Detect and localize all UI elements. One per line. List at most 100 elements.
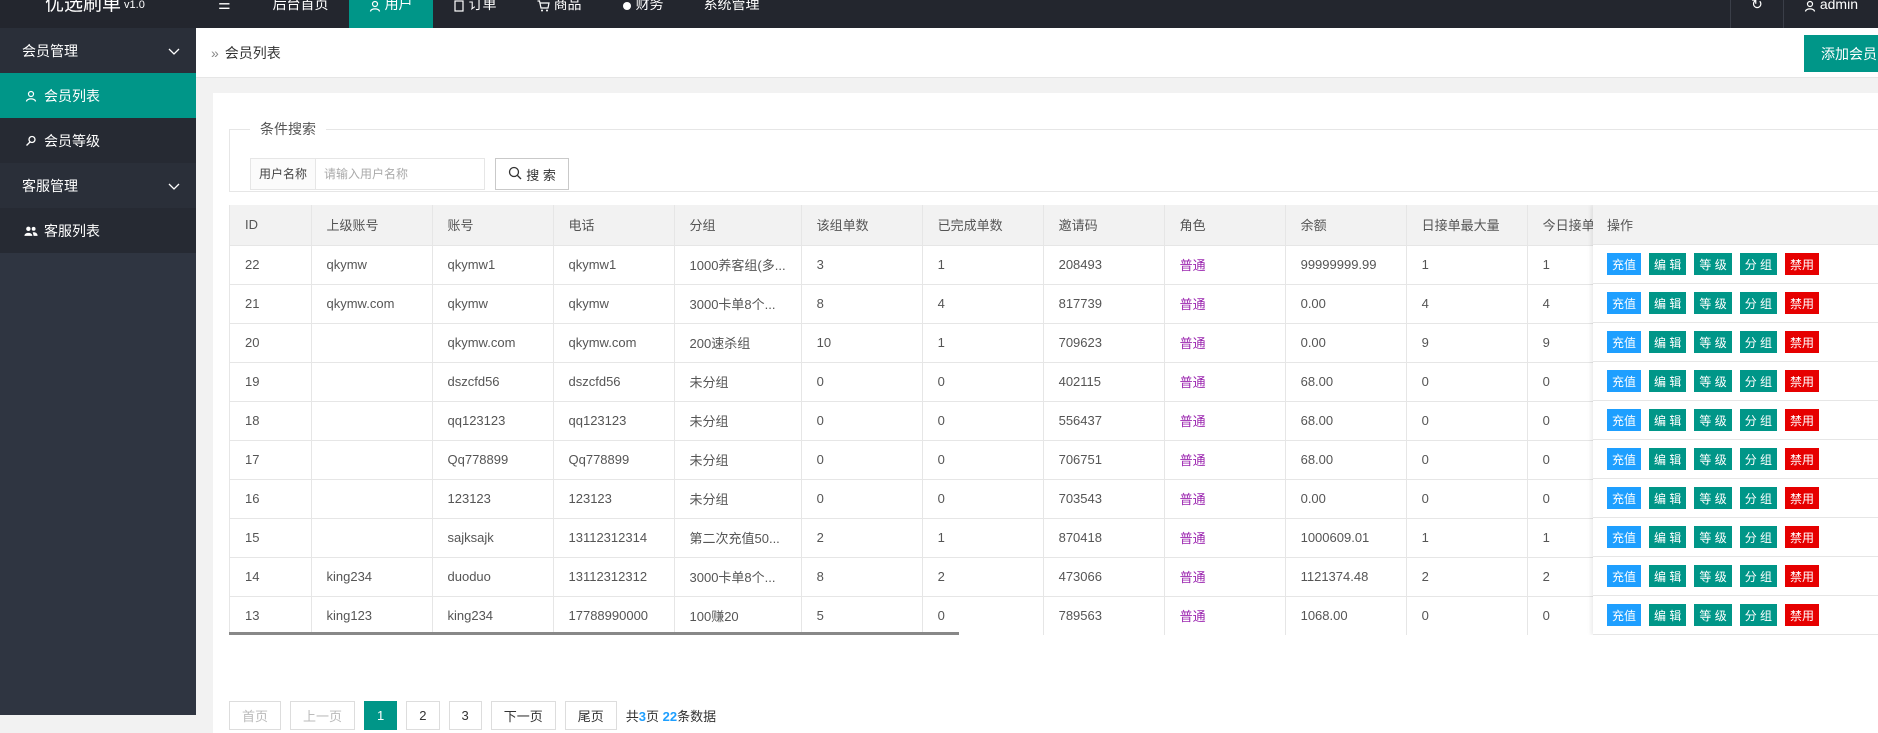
menu-icon: ☰ [218, 0, 231, 12]
disable-button[interactable]: 禁用 [1785, 526, 1820, 548]
recharge-button[interactable]: 充值 [1607, 526, 1642, 548]
chevron-down-icon [168, 43, 180, 59]
group-button[interactable]: 分 组 [1739, 565, 1778, 587]
group-button[interactable]: 分 组 [1739, 604, 1778, 626]
cell-completed-orders: 0 [922, 362, 1044, 402]
prev-page-button[interactable]: 上一页 [290, 701, 356, 730]
recharge-button[interactable]: 充值 [1607, 331, 1642, 353]
disable-button[interactable]: 禁用 [1785, 565, 1820, 587]
disable-button[interactable]: 禁用 [1785, 370, 1820, 392]
col-account: 账号 [432, 205, 554, 246]
cell-id: 22 [230, 245, 312, 285]
menu-toggle-button[interactable]: ☰ [196, 0, 253, 28]
level-button[interactable]: 等 级 [1694, 526, 1732, 548]
recharge-button[interactable]: 充值 [1607, 565, 1642, 587]
last-page-button[interactable]: 尾页 [564, 701, 617, 730]
level-button[interactable]: 等 级 [1694, 487, 1732, 509]
level-button[interactable]: 等 级 [1694, 253, 1732, 275]
group-button[interactable]: 分 组 [1739, 331, 1778, 353]
group-button[interactable]: 分 组 [1739, 526, 1778, 548]
top-nav: ☰ 后台首页 用户 订单 商品 财务 系统管理 [196, 0, 780, 28]
group-button[interactable]: 分 组 [1739, 487, 1778, 509]
sidebar-group-members[interactable]: 会员管理 [0, 28, 196, 73]
level-button[interactable]: 等 级 [1694, 604, 1732, 626]
horizontal-scrollbar[interactable] [229, 632, 959, 635]
group-button[interactable]: 分 组 [1739, 409, 1778, 431]
edit-button[interactable]: 编 辑 [1649, 526, 1687, 548]
add-member-button[interactable]: 添加会员 [1804, 35, 1878, 72]
username-label: 用户名称 [250, 158, 316, 190]
level-button[interactable]: 等 级 [1694, 331, 1732, 353]
group-button[interactable]: 分 组 [1739, 292, 1778, 314]
col-daily-max: 日接单最大量 [1406, 205, 1528, 246]
edit-button[interactable]: 编 辑 [1649, 409, 1687, 431]
recharge-button[interactable]: 充值 [1607, 370, 1642, 392]
search-row: 用户名称 搜 索 [250, 158, 570, 190]
first-page-button[interactable]: 首页 [229, 701, 282, 730]
edit-button[interactable]: 编 辑 [1649, 448, 1687, 470]
recharge-button[interactable]: 充值 [1607, 253, 1642, 275]
level-button[interactable]: 等 级 [1694, 448, 1732, 470]
disable-button[interactable]: 禁用 [1785, 409, 1820, 431]
level-button[interactable]: 等 级 [1694, 565, 1732, 587]
nav-system[interactable]: 系统管理 [684, 0, 780, 28]
next-page-button[interactable]: 下一页 [490, 701, 556, 730]
admin-menu[interactable]: admin [1782, 0, 1878, 28]
member-table-wrapper[interactable]: ID 上级账号 账号 电话 分组 该组单数 已完成单数 邀请码 角色 余额 日接… [229, 205, 1878, 635]
cell-parent-account [311, 440, 433, 480]
disable-button[interactable]: 禁用 [1785, 253, 1820, 275]
username-search-input[interactable] [315, 158, 486, 190]
sidebar-group-support[interactable]: 客服管理 [0, 163, 196, 208]
sidebar-item-member-level[interactable]: 会员等级 [0, 118, 196, 163]
edit-button[interactable]: 编 辑 [1649, 292, 1687, 314]
level-button[interactable]: 等 级 [1694, 370, 1732, 392]
col-role: 角色 [1164, 205, 1286, 246]
edit-button[interactable]: 编 辑 [1649, 253, 1687, 275]
group-button[interactable]: 分 组 [1739, 370, 1778, 392]
level-button[interactable]: 等 级 [1694, 292, 1732, 314]
top-right-tools: ↻ admin [1730, 0, 1878, 28]
cell-daily-max: 2 [1406, 557, 1528, 597]
nav-products[interactable]: 商品 [517, 0, 602, 28]
sidebar-item-member-list[interactable]: 会员列表 [0, 73, 196, 118]
group-button[interactable]: 分 组 [1739, 448, 1778, 470]
page-1-button[interactable]: 1 [364, 701, 398, 730]
recharge-button[interactable]: 充值 [1607, 409, 1642, 431]
cell-balance: 0.00 [1285, 479, 1407, 519]
disable-button[interactable]: 禁用 [1785, 448, 1820, 470]
page-2-button[interactable]: 2 [406, 701, 440, 730]
nav-finance[interactable]: 财务 [602, 0, 684, 28]
nav-users[interactable]: 用户 [348, 0, 433, 28]
page-3-button[interactable]: 3 [448, 701, 482, 730]
cell-group: 未分组 [674, 440, 802, 480]
cell-completed-orders: 0 [922, 440, 1044, 480]
table-row: 15 sajksajk 13112312314 第二次充值50... 2 1 870418 普… [230, 518, 1649, 558]
refresh-button[interactable]: ↻ [1730, 0, 1783, 28]
recharge-button[interactable]: 充值 [1607, 604, 1642, 626]
edit-button[interactable]: 编 辑 [1649, 331, 1687, 353]
cell-id: 16 [230, 479, 312, 519]
nav-orders[interactable]: 订单 [433, 0, 517, 28]
group-button[interactable]: 分 组 [1739, 253, 1778, 275]
disable-button[interactable]: 禁用 [1785, 331, 1820, 353]
recharge-button[interactable]: 充值 [1607, 487, 1642, 509]
edit-button[interactable]: 编 辑 [1649, 604, 1687, 626]
recharge-button[interactable]: 充值 [1607, 448, 1642, 470]
sidebar: 会员管理 会员列表 会员等级 客服管理 客服列表 [0, 28, 196, 715]
cell-invite-code: 709623 [1043, 323, 1165, 363]
cell-phone: qkymw [553, 284, 675, 324]
disable-button[interactable]: 禁用 [1785, 604, 1820, 626]
disable-button[interactable]: 禁用 [1785, 487, 1820, 509]
edit-button[interactable]: 编 辑 [1649, 565, 1687, 587]
cell-invite-code: 473066 [1043, 557, 1165, 597]
search-button[interactable]: 搜 索 [495, 158, 570, 190]
row-actions: 充值编 辑等 级分 组禁用 [1593, 518, 1878, 557]
sidebar-item-support-list[interactable]: 客服列表 [0, 208, 196, 253]
nav-home[interactable]: 后台首页 [253, 0, 349, 28]
edit-button[interactable]: 编 辑 [1649, 370, 1687, 392]
recharge-button[interactable]: 充值 [1607, 292, 1642, 314]
disable-button[interactable]: 禁用 [1785, 292, 1820, 314]
level-button[interactable]: 等 级 [1694, 409, 1732, 431]
edit-button[interactable]: 编 辑 [1649, 487, 1687, 509]
table-row: 18 qq123123 qq123123 未分组 0 0 556437 普通 68.00 0 0 [230, 401, 1649, 441]
